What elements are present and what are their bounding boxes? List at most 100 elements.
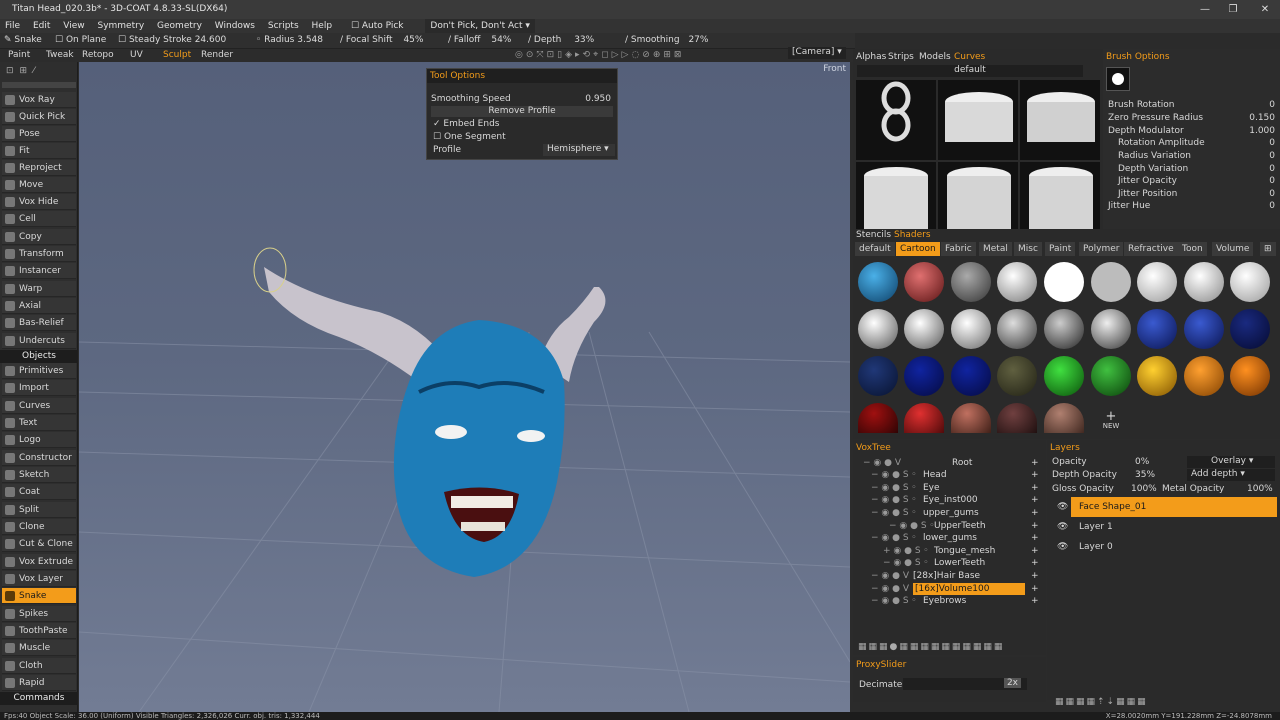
tool-primitives[interactable]: Primitives [2, 363, 76, 379]
tab-alphas[interactable]: Alphas [856, 52, 886, 62]
shader-sphere[interactable] [1230, 309, 1270, 349]
shader-sphere[interactable] [858, 262, 898, 302]
shader-sphere[interactable] [1184, 356, 1224, 396]
tool-move[interactable]: Move [2, 177, 76, 193]
shader-tab-polymer[interactable]: Polymer [1079, 242, 1124, 256]
tool-transform[interactable]: Transform [2, 246, 76, 262]
shader-sphere[interactable] [951, 262, 991, 302]
shader-tab-cartoon[interactable]: Cartoon [896, 242, 940, 256]
radius-variation-field[interactable]: Radius Variation 0 [1108, 150, 1278, 162]
jitter-opacity-field[interactable]: Jitter Opacity 0 [1108, 175, 1278, 187]
tool-text[interactable]: Text [2, 415, 76, 431]
shader-sphere[interactable] [1184, 309, 1224, 349]
zero-pressure-radius-field[interactable]: Zero Pressure Radius 0.150 [1108, 112, 1278, 124]
one-segment-checkbox[interactable]: ☐ One Segment [433, 132, 506, 142]
tool-warp[interactable]: Warp [2, 281, 76, 297]
voxtree-row[interactable]: − ◉ ● S ◦ Eye_inst000 + [853, 494, 1046, 506]
room-sculpt[interactable]: Sculpt [163, 50, 191, 60]
tool-snake[interactable]: Snake [2, 588, 76, 604]
scroll-top-bar[interactable] [2, 82, 76, 88]
layer-1[interactable]: Layer 1 [1071, 520, 1277, 534]
commands-section-header[interactable]: Commands [0, 692, 78, 705]
camera-dropdown[interactable]: [Camera] ▾ [788, 47, 846, 59]
tool-muscle[interactable]: Muscle [2, 640, 76, 656]
tool-copy[interactable]: Copy [2, 229, 76, 245]
shader-tab-toon[interactable]: Toon [1178, 242, 1207, 256]
shader-sphere[interactable] [997, 356, 1037, 396]
tool-bas-relief[interactable]: Bas-Relief [2, 315, 76, 331]
voxtree-row[interactable]: − ◉ ● S ◦ upper_gums + [853, 507, 1046, 519]
add-shader-icon[interactable]: ⊞ [1260, 242, 1276, 256]
brush-preview[interactable] [1106, 67, 1130, 91]
room-paint[interactable]: Paint [8, 50, 30, 60]
steady-stroke-field[interactable]: ☐ Steady Stroke 24.600 [118, 35, 226, 45]
blend-mode-dropdown[interactable]: Overlay ▾ [1187, 456, 1275, 468]
voxtree-row[interactable]: − ◉ ● S ◦ UpperTeeth + [853, 520, 1046, 532]
layer-visibility-eye-icon[interactable]: 👁 [1057, 502, 1068, 512]
tool-vox-extrude[interactable]: Vox Extrude [2, 554, 76, 570]
smoothing-field[interactable]: / Smoothing 27% [625, 35, 708, 45]
menu-geometry[interactable]: Geometry [152, 19, 207, 33]
restore-icon[interactable]: ❐ [1218, 2, 1248, 17]
shader-sphere[interactable] [904, 309, 944, 349]
tool-coat[interactable]: Coat [2, 484, 76, 500]
shader-tab-fabric[interactable]: Fabric [941, 242, 976, 256]
tool-instancer[interactable]: Instancer [2, 263, 76, 279]
shader-sphere[interactable] [904, 403, 944, 433]
shader-tab-misc[interactable]: Misc [1014, 242, 1042, 256]
shader-sphere[interactable] [951, 309, 991, 349]
shader-sphere[interactable] [1044, 262, 1084, 302]
new-shader-button[interactable]: + NEW [1101, 410, 1121, 430]
profile-dropdown[interactable]: Hemisphere ▾ [543, 144, 615, 156]
tool-undercuts[interactable]: Undercuts [2, 333, 76, 349]
depth-opacity-field[interactable]: Depth Opacity 35% [1052, 470, 1182, 482]
voxtree-row[interactable]: − ◉ ● S ◦ LowerTeeth + [853, 557, 1046, 569]
shader-sphere[interactable] [1184, 262, 1224, 302]
shader-sphere[interactable] [1091, 309, 1131, 349]
tool-vox-layer[interactable]: Vox Layer [2, 571, 76, 587]
shader-tab-default[interactable]: default [855, 242, 895, 256]
shader-sphere[interactable] [997, 309, 1037, 349]
tool-spikes[interactable]: Spikes [2, 606, 76, 622]
tool-rapid[interactable]: Rapid [2, 675, 76, 691]
shader-sphere[interactable] [858, 309, 898, 349]
tool-logo[interactable]: Logo [2, 432, 76, 448]
jitter-position-field[interactable]: Jitter Position 0 [1108, 188, 1278, 200]
menu-symmetry[interactable]: Symmetry [92, 19, 149, 33]
shader-sphere[interactable] [1230, 356, 1270, 396]
depth-modulator-field[interactable]: Depth Modulator 1.000 [1108, 125, 1278, 137]
tool-split[interactable]: Split [2, 502, 76, 518]
menu-help[interactable]: Help [307, 19, 338, 33]
shader-sphere[interactable] [1044, 309, 1084, 349]
layers-action-icons[interactable]: ▦▦▦▦⇡⇣▦▦▦ [1055, 697, 1148, 707]
objects-section-header[interactable]: Objects [0, 350, 78, 363]
voxtree-row-selected[interactable]: − ◉ ● V [16x]Volume100 + [853, 583, 1046, 595]
tool-vox-ray[interactable]: Vox Ray [2, 92, 76, 108]
room-uv[interactable]: UV [130, 50, 143, 60]
tab-stencils[interactable]: Stencils [856, 230, 891, 240]
depth-field[interactable]: / Depth 33% [528, 35, 594, 45]
layer-visibility-eye-icon[interactable]: 👁 [1057, 542, 1068, 552]
shader-sphere[interactable] [858, 403, 898, 433]
voxtree-root-row[interactable]: − ◉ ● V Root + [853, 457, 1046, 469]
shader-sphere[interactable] [1044, 356, 1084, 396]
tool-cloth[interactable]: Cloth [2, 658, 76, 674]
shader-sphere[interactable] [951, 356, 991, 396]
shader-sphere[interactable] [951, 403, 991, 433]
voxtree-row[interactable]: − ◉ ● S ◦ lower_gums + [853, 532, 1046, 544]
tool-sketch[interactable]: Sketch [2, 467, 76, 483]
tool-import[interactable]: Import [2, 380, 76, 396]
smoothing-speed-field[interactable]: Smoothing Speed 0.950 [431, 94, 613, 105]
voxtree-row[interactable]: − ◉ ● S ◦ Eyebrows + [853, 595, 1046, 607]
shader-sphere[interactable] [1230, 262, 1270, 302]
shader-sphere[interactable] [858, 356, 898, 396]
tool-reproject[interactable]: Reproject [2, 160, 76, 176]
tool-curves[interactable]: Curves [2, 398, 76, 414]
gloss-opacity-field[interactable]: Gloss Opacity 100% [1052, 484, 1162, 496]
rotation-amplitude-field[interactable]: Rotation Amplitude 0 [1108, 137, 1278, 149]
shader-sphere[interactable] [1137, 356, 1177, 396]
snake-tool-indicator[interactable]: ✎ Snake [4, 35, 42, 45]
tool-pose[interactable]: Pose [2, 126, 76, 142]
decimate-slider[interactable]: 2x [903, 678, 1027, 690]
layer-face-shape[interactable]: Face Shape_01 [1071, 497, 1277, 517]
